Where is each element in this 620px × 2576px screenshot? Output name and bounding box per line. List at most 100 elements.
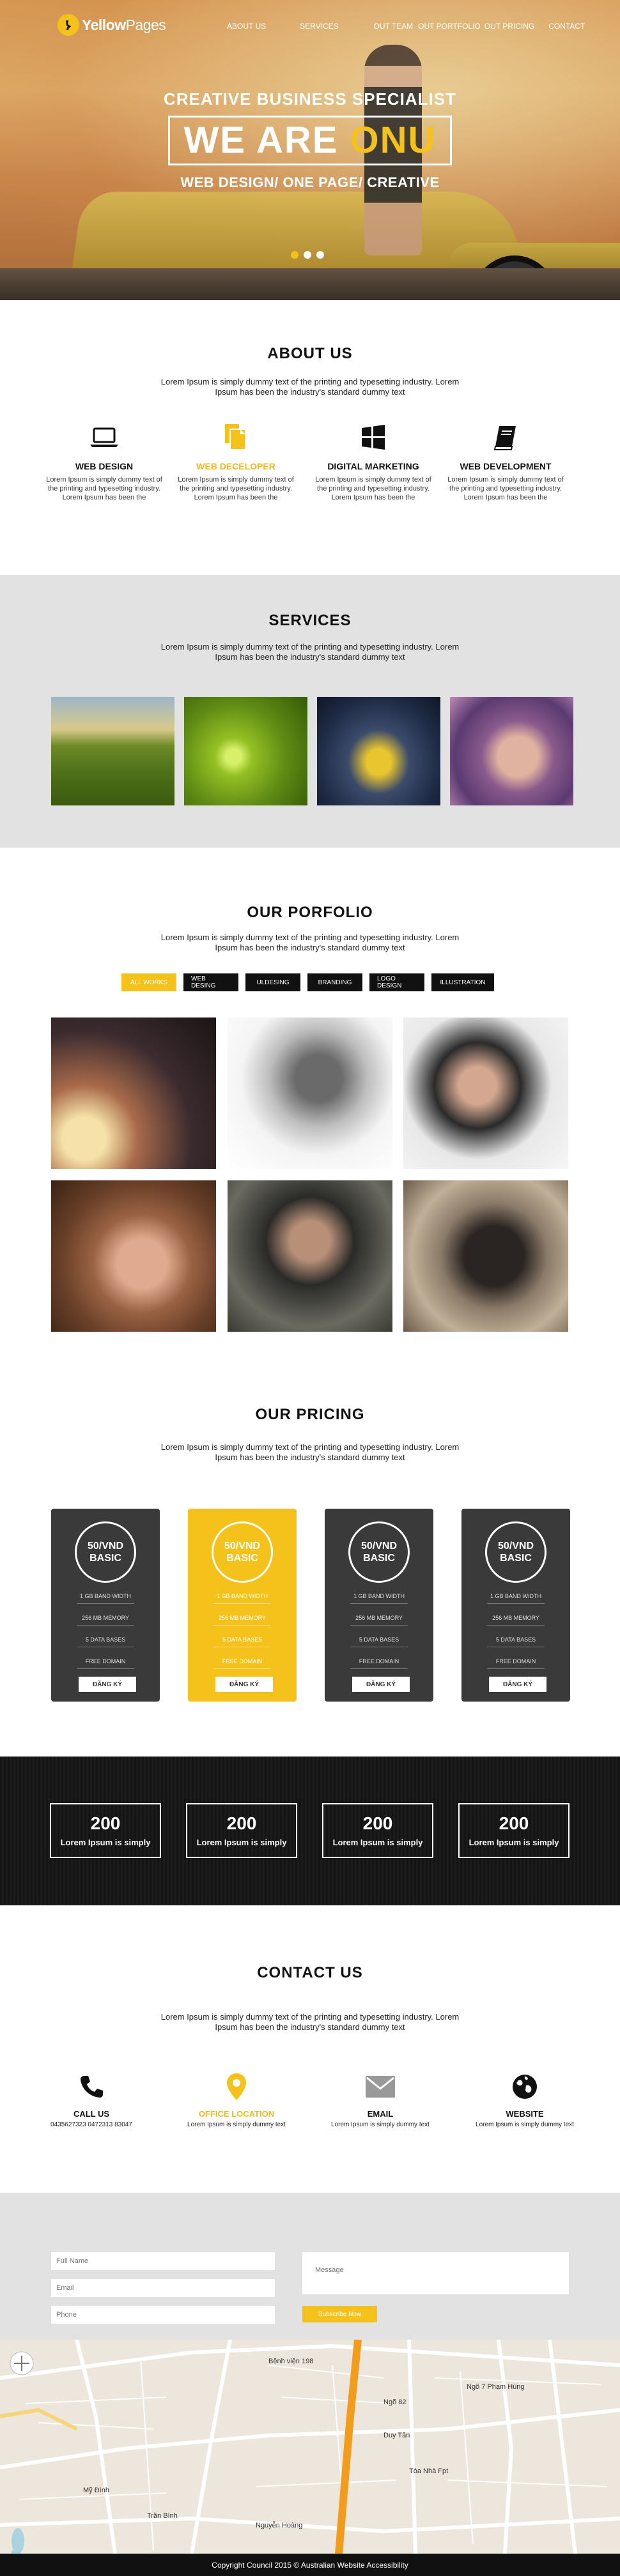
nav-link-about[interactable]: ABOUT US — [227, 22, 266, 31]
signup-button[interactable]: ĐĂNG KÝ — [215, 1677, 273, 1692]
about-item-text: Lorem Ipsum is simply dummy text of the … — [178, 476, 294, 501]
filter-branding[interactable]: BRANDING — [307, 973, 362, 991]
map-label: Ngõ 7 Phạm Hùng — [467, 2383, 525, 2391]
footer-copyright: Copyright Council 2015 © Australian Webs… — [212, 2560, 408, 2570]
map-label: Nguyễn Hoàng — [256, 2522, 303, 2529]
message-field[interactable] — [302, 2252, 569, 2294]
plan-feature: 1 GB BAND WIDTH — [77, 1593, 134, 1604]
plan-feature: 1 GB BAND WIDTH — [487, 1593, 545, 1604]
signup-button[interactable]: ĐĂNG KÝ — [79, 1677, 136, 1692]
pricing-card-3: 50/VND BASIC 1 GB BAND WIDTH 256 MB MEMOR… — [325, 1509, 433, 1702]
mail-icon — [313, 2069, 447, 2104]
contact-item-office: OFFICE LOCATION Lorem Ipsum is simply du… — [169, 2069, 304, 2128]
stat-box: 200 Lorem Ipsum is simply — [458, 1803, 570, 1858]
hero-title-box: WE ARE ONU — [167, 116, 453, 165]
pricing-card-1: 50/VND BASIC 1 GB BAND WIDTH 256 MB MEMOR… — [51, 1509, 160, 1702]
footer: Copyright Council 2015 © Australian Webs… — [0, 2554, 620, 2576]
portfolio-title: OUR PORFOLIO — [247, 904, 373, 921]
nav-link-pricing[interactable]: OUT PRICING — [484, 22, 534, 31]
subscribe-button[interactable]: Subscribe Now — [302, 2306, 377, 2322]
portfolio-image-1[interactable] — [51, 1017, 216, 1169]
plan-name: BASIC — [500, 1553, 532, 1564]
map-label: Duy Tân — [384, 2432, 410, 2439]
hero-text: CREATIVE BUSINESS SPECIALIST WE ARE ONU … — [0, 89, 620, 191]
windows-icon — [313, 422, 434, 453]
about-item-digital-marketing: DIGITAL MARKETING Lorem Ipsum is simply … — [313, 422, 434, 502]
filter-ui-design[interactable]: ULDESING — [245, 973, 300, 991]
filter-all-works[interactable]: ALL WORKS — [121, 973, 176, 991]
price-badge: 50/VND BASIC — [75, 1521, 136, 1583]
services-text: Lorem Ipsum is simply dummy text of the … — [160, 642, 460, 662]
nav-link-team[interactable]: OUT TEAM — [374, 22, 414, 31]
full-name-field[interactable] — [51, 2252, 275, 2270]
phone-field[interactable] — [51, 2306, 275, 2324]
stat-number: 200 — [362, 1813, 393, 1833]
hero-banner: YellowPages ABOUT US SERVICES OUT TEAM O… — [0, 0, 620, 300]
plan-name: BASIC — [89, 1553, 121, 1564]
stat-label: Lorem Ipsum is simply — [469, 1838, 559, 1847]
plan-feature: FREE DOMAIN — [213, 1658, 271, 1669]
contact-item-title: OFFICE LOCATION — [198, 2109, 275, 2119]
logo-text: YellowPages — [82, 17, 166, 34]
portfolio-image-5[interactable] — [228, 1180, 392, 1332]
main-menu: ABOUT US SERVICES OUT TEAM OUT PORTFOLIO… — [227, 22, 585, 31]
book-icon — [445, 422, 566, 453]
map-label: Tòa Nhà Fpt — [409, 2467, 449, 2475]
contact-item-call: CALL US 0435627323 0472313 83047 — [24, 2069, 159, 2128]
stat-box: 200 Lorem Ipsum is simply — [186, 1803, 297, 1858]
about-item-web-development: WEB DEVELOPMENT Lorem Ipsum is simply du… — [445, 422, 566, 502]
slider-dot-3[interactable] — [316, 251, 324, 259]
nav-link-contact[interactable]: CONTACT — [548, 22, 585, 31]
service-image-field[interactable] — [51, 697, 174, 805]
slider-dot-1[interactable] — [291, 251, 298, 259]
contact-item-text: Lorem Ipsum is simply dummy text — [476, 2121, 574, 2128]
stat-label: Lorem Ipsum is simply — [60, 1838, 151, 1847]
portfolio-filters: ALL WORKS WEB DESING ULDESING BRANDING L… — [121, 973, 501, 991]
service-image-woman-flowers[interactable] — [450, 697, 573, 805]
map-label: Trần Bình — [147, 2512, 178, 2520]
phone-icon — [24, 2069, 159, 2104]
plan-name: BASIC — [226, 1553, 258, 1564]
map-pin-icon — [169, 2069, 304, 2104]
filter-illustration[interactable]: ILLUSTRATION — [431, 973, 494, 991]
price-badge: 50/VND BASIC — [212, 1521, 273, 1583]
nav-link-portfolio[interactable]: OUT PORTFOLIO — [418, 22, 481, 31]
site-logo[interactable]: YellowPages — [58, 14, 166, 36]
price-value: 50/VND — [360, 1541, 398, 1551]
service-image-leaf[interactable] — [184, 697, 307, 805]
hero-title: WE ARE ONU — [184, 120, 437, 161]
nav-link-services[interactable]: SERVICES — [300, 22, 338, 31]
contact-item-text: 0435627323 0472313 83047 — [50, 2121, 132, 2128]
signup-button[interactable]: ĐĂNG KÝ — [489, 1677, 546, 1692]
portfolio-image-3[interactable] — [403, 1017, 568, 1169]
stat-label: Lorem Ipsum is simply — [332, 1838, 423, 1847]
service-image-woman-yellow[interactable] — [317, 697, 440, 805]
plan-feature: FREE DOMAIN — [77, 1658, 134, 1669]
pricing-card-4: 50/VND BASIC 1 GB BAND WIDTH 256 MB MEMOR… — [461, 1509, 570, 1702]
map-label: Mỹ Đình — [83, 2487, 109, 2494]
services-title: SERVICES — [268, 612, 352, 629]
filter-logo-design[interactable]: LOGO DESIGN — [369, 973, 424, 991]
filter-web-design[interactable]: WEB DESING — [183, 973, 238, 991]
plan-feature: 5 DATA BASES — [487, 1636, 545, 1647]
stat-box: 200 Lorem Ipsum is simply — [322, 1803, 433, 1858]
slider-dots — [291, 251, 329, 259]
plan-feature: 256 MB MEMORY — [77, 1615, 134, 1626]
location-map[interactable]: Ngõ 7 Phạm Hùng Duy Tân Tòa Nhà Fpt Nguy… — [0, 2340, 620, 2554]
slider-dot-2[interactable] — [304, 251, 311, 259]
plan-feature: 256 MB MEMORY — [487, 1615, 545, 1626]
portfolio-image-4[interactable] — [51, 1180, 216, 1332]
plan-feature: 1 GB BAND WIDTH — [213, 1593, 271, 1604]
signup-button[interactable]: ĐĂNG KÝ — [352, 1677, 410, 1692]
email-field[interactable] — [51, 2279, 275, 2297]
walking-fingers-logo-icon — [58, 14, 79, 36]
about-title: ABOUT US — [267, 345, 353, 362]
logo-text-yellow: Yellow — [82, 16, 126, 33]
documents-icon — [175, 422, 297, 453]
contact-item-email: EMAIL Lorem Ipsum is simply dummy text — [313, 2069, 447, 2128]
plan-feature: 256 MB MEMORY — [350, 1615, 408, 1626]
about-text: Lorem Ipsum is simply dummy text of the … — [160, 377, 460, 397]
stat-number: 200 — [499, 1813, 529, 1833]
portfolio-image-6[interactable] — [403, 1180, 568, 1332]
portfolio-image-2[interactable] — [228, 1017, 392, 1169]
